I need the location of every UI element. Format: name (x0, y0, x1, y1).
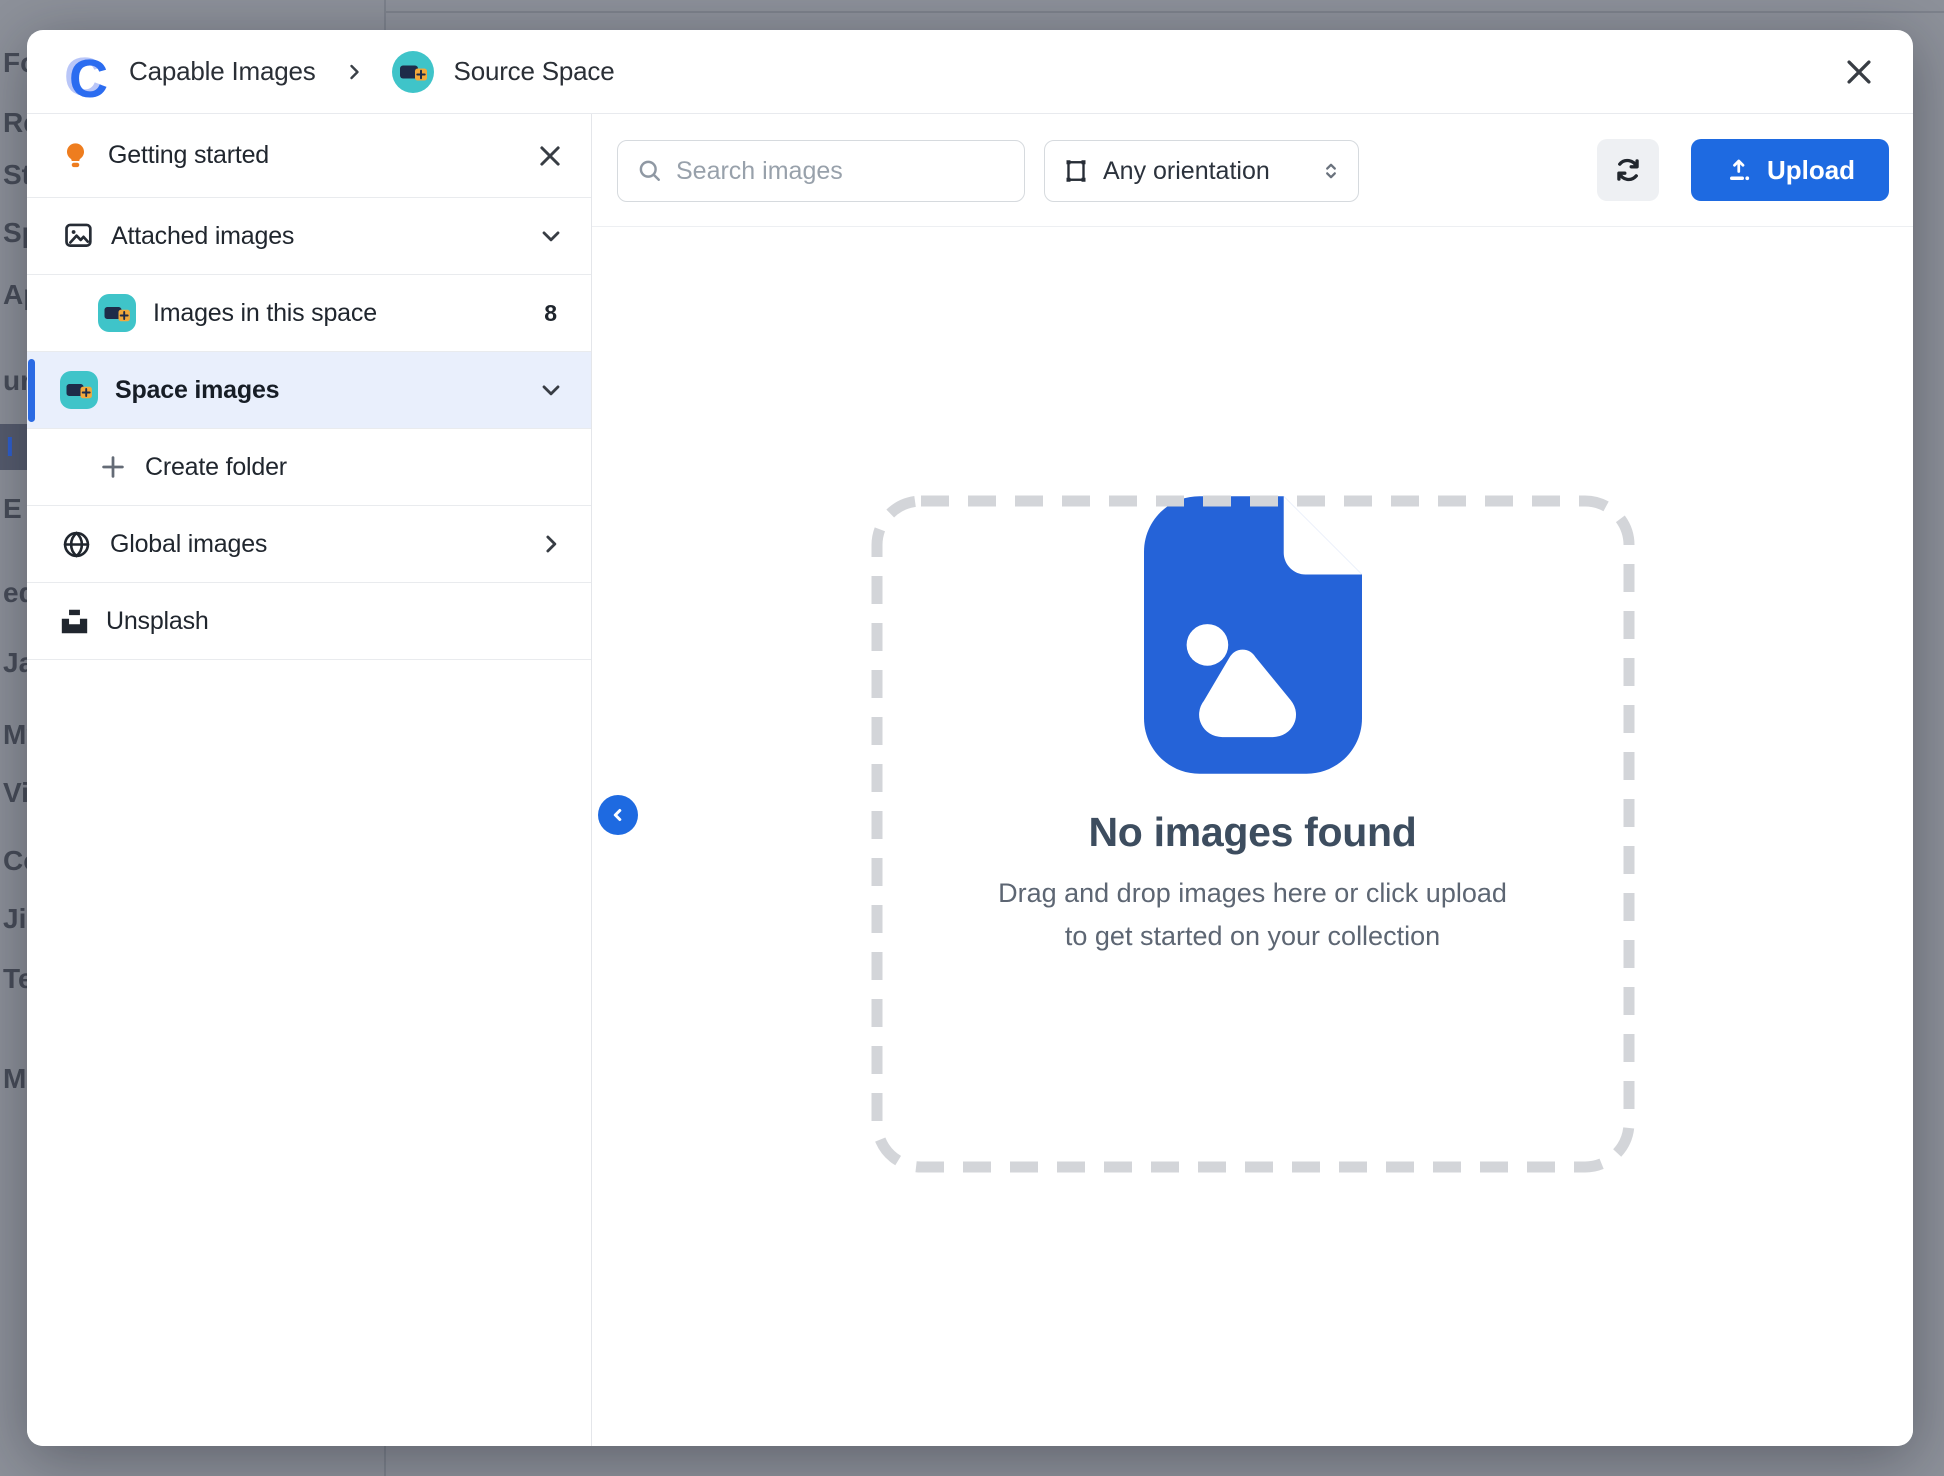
app-title: Capable Images (129, 56, 316, 87)
space-title: Source Space (454, 56, 615, 87)
sidebar-item-attached-images[interactable]: Attached images (27, 198, 591, 275)
background-text-fragment: Ap (3, 272, 28, 318)
search-icon (636, 157, 664, 185)
sidebar-item-label: Global images (110, 530, 267, 559)
collapse-sidebar-button[interactable] (598, 795, 638, 835)
background-text-fragment: Co (3, 838, 28, 884)
chevron-left-icon (606, 803, 630, 827)
upload-icon (1725, 155, 1755, 185)
background-text-fragment: E (3, 486, 28, 532)
sidebar-item-label: Create folder (145, 453, 287, 482)
sidebar-item-label: Space images (115, 376, 279, 405)
close-dialog-button[interactable] (1839, 52, 1879, 92)
chevron-right-icon (537, 530, 565, 558)
upload-label: Upload (1767, 155, 1855, 186)
background-text-fragment: Re (3, 100, 28, 146)
background-text-fragment: Mo (3, 1056, 28, 1102)
selected-accent-bar (28, 359, 35, 422)
globe-icon (60, 528, 93, 561)
close-icon (535, 141, 565, 171)
search-input[interactable] (676, 157, 1006, 186)
sidebar-item-label: Getting started (108, 141, 269, 170)
dashed-border (871, 495, 1635, 1173)
dismiss-getting-started-button[interactable] (535, 141, 565, 171)
refresh-button[interactable] (1597, 139, 1659, 201)
chevron-down-icon (537, 376, 565, 404)
sidebar-item-label: Images in this space (153, 299, 377, 328)
background-text-fragment: I (0, 424, 27, 470)
search-box (617, 140, 1025, 202)
sidebar-item-space-images[interactable]: Space images (27, 352, 591, 429)
main-panel: Any orientation (592, 114, 1913, 1446)
sidebar-item-label: Attached images (111, 222, 294, 251)
sidebar-item-global-images[interactable]: Global images (27, 506, 591, 583)
background-topbar-edge (384, 11, 1944, 13)
sidebar-item-create-folder[interactable]: Create folder (27, 429, 591, 506)
dialog-header: C C Capable Images Source Space (27, 30, 1913, 114)
refresh-icon (1612, 154, 1644, 186)
background-text-fragment: Jir (3, 896, 28, 942)
photo-icon (60, 219, 94, 253)
background-text-fragment: Te (3, 956, 28, 1002)
close-icon (1842, 55, 1876, 89)
background-text-fragment: ed (3, 570, 28, 616)
sidebar-item-unsplash[interactable]: Unsplash (27, 583, 591, 660)
sidebar-item-label: Unsplash (106, 607, 209, 636)
space-icon (392, 51, 434, 93)
screen: Fo Re Sta Sp Ap ur IEed Ja My Vi Co Jir Te Mo C C Cap… (0, 0, 1944, 1476)
chevron-down-icon (537, 222, 565, 250)
background-text-fragment: Fo (3, 40, 28, 86)
upload-button[interactable]: Upload (1691, 139, 1889, 201)
capable-images-logo-icon: C C (65, 44, 115, 100)
toolbar: Any orientation (592, 114, 1913, 227)
image-dropzone[interactable]: No images found Drag and drop images her… (871, 495, 1635, 1173)
orientation-select[interactable]: Any orientation (1044, 140, 1359, 202)
background-text-fragment: My (3, 712, 28, 758)
sort-chevrons-icon (1318, 158, 1344, 184)
space-images-icon (98, 294, 136, 332)
breadcrumb-chevron-icon (342, 60, 366, 84)
background-text-fragment: Sp (3, 210, 28, 256)
background-text-fragment: ur (3, 358, 28, 404)
space-images-icon (60, 371, 98, 409)
background-text-fragment: Vi (3, 770, 28, 816)
plus-icon (98, 452, 128, 482)
sidebar-item-getting-started[interactable]: Getting started (27, 114, 591, 198)
orientation-icon (1061, 156, 1091, 186)
orientation-label: Any orientation (1103, 157, 1270, 186)
unsplash-icon (60, 607, 89, 636)
lightbulb-icon (60, 140, 91, 171)
capable-images-dialog: C C Capable Images Source Space (27, 30, 1913, 1446)
sidebar-item-images-in-this-space[interactable]: Images in this space 8 (27, 275, 591, 352)
background-text-fragment: Ja (3, 640, 28, 686)
background-text-fragment: Sta (3, 152, 28, 198)
image-count-badge: 8 (544, 300, 565, 327)
sidebar: Getting started Attached images (27, 114, 591, 1446)
